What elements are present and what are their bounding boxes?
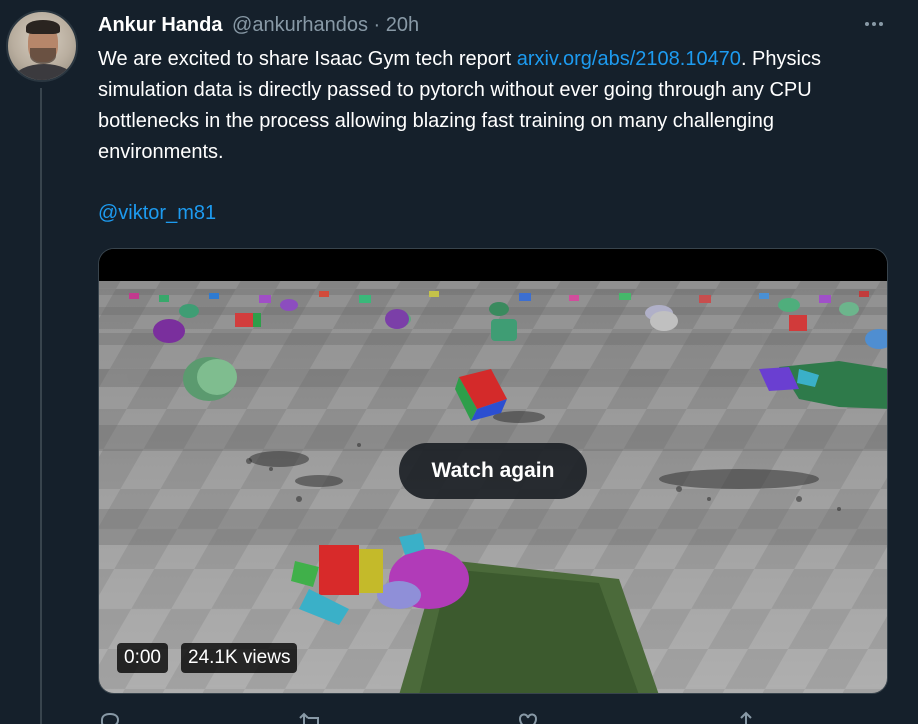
watch-again-button[interactable]: Watch again [399, 443, 587, 499]
retweet-button[interactable] [298, 710, 324, 724]
mention-line: @viktor_m81 [98, 198, 216, 229]
tweet[interactable]: Ankur Handa @ankurhandos · 20h We are ex… [0, 0, 918, 724]
like-button[interactable] [516, 710, 540, 724]
tweet-header: Ankur Handa @ankurhandos · 20h [98, 12, 419, 38]
author-name[interactable]: Ankur Handa [98, 14, 222, 36]
tweet-text: We are excited to share Isaac Gym tech r… [98, 44, 878, 168]
mention-link[interactable]: @viktor_m81 [98, 202, 216, 224]
avatar[interactable] [6, 10, 78, 82]
reply-button[interactable] [98, 710, 122, 724]
reply-icon [100, 712, 120, 724]
share-button[interactable] [734, 710, 758, 724]
share-icon [737, 711, 755, 724]
tweet-text-part: We are excited to share Isaac Gym tech r… [98, 48, 517, 70]
tweet-time[interactable]: 20h [386, 14, 419, 36]
video-views-badge: 24.1K views [181, 643, 298, 673]
video-player[interactable]: Watch again 0:00 24.1K views [98, 248, 888, 694]
video-time-badge: 0:00 [117, 643, 168, 673]
author-handle[interactable]: @ankurhandos [232, 14, 368, 36]
retweet-icon [299, 712, 319, 724]
separator-dot: · [373, 14, 381, 36]
thread-line [40, 88, 42, 724]
arxiv-link[interactable]: arxiv.org/abs/2108.10470 [517, 48, 741, 70]
like-icon [519, 713, 537, 724]
more-icon[interactable] [858, 14, 890, 34]
action-bar [98, 710, 798, 724]
